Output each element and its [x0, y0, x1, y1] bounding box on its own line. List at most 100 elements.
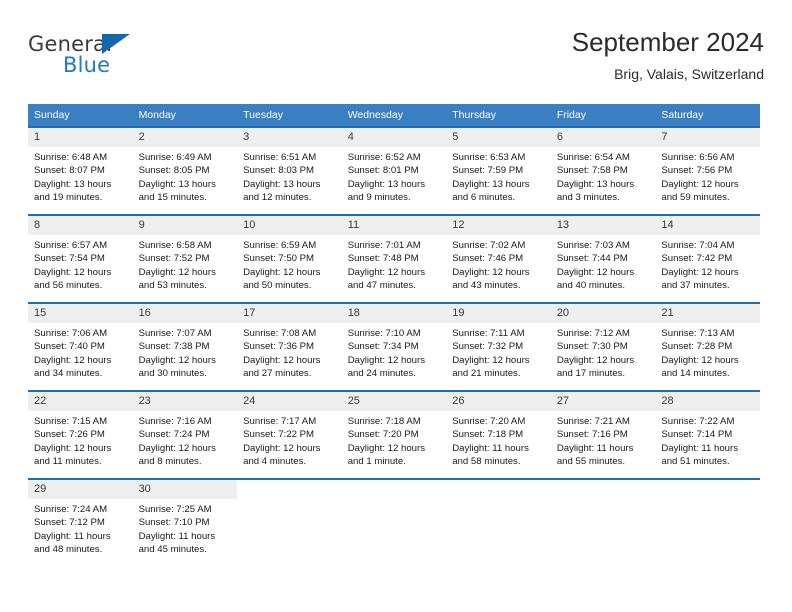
day-cell-inner: 30 Sunrise: 7:25 AM Sunset: 7:10 PM Dayligh…	[132, 480, 238, 566]
calendar-table: Sunday Monday Tuesday Wednesday Thursday…	[28, 104, 760, 566]
sunrise-text: Sunrise: 6:48 AM	[34, 152, 108, 163]
day-cell-inner: 20 Sunrise: 7:12 AM Sunset: 7:30 PM Dayligh…	[550, 304, 656, 390]
day-number: 25	[341, 392, 447, 411]
sunset-text: Sunset: 7:24 PM	[138, 429, 210, 441]
calendar-page: General Blue September 2024 Brig, Valais…	[0, 0, 792, 612]
day-number: 18	[341, 304, 447, 323]
daylight-text-line1: Daylight: 13 hours	[452, 178, 530, 190]
calendar-day-cell[interactable]: 30 Sunrise: 7:25 AM Sunset: 7:10 PM Dayligh…	[132, 478, 238, 566]
calendar-week-row: 15 Sunrise: 7:06 AM Sunset: 7:40 PM Dayligh…	[28, 302, 760, 391]
sunset-text: Sunset: 7:42 PM	[661, 253, 733, 265]
calendar-day-cell[interactable]: 11 Sunrise: 7:01 AM Sunset: 7:48 PM Dayligh…	[341, 214, 447, 303]
sunrise-text: Sunrise: 7:24 AM	[34, 504, 108, 515]
calendar-day-cell[interactable]: 23 Sunrise: 7:16 AM Sunset: 7:24 PM Dayligh…	[132, 390, 238, 479]
daylight-text-line1: Daylight: 12 hours	[138, 442, 216, 454]
calendar-day-cell[interactable]: 4 Sunrise: 6:52 AM Sunset: 8:01 PM Daylight…	[341, 126, 447, 215]
calendar-day-cell[interactable]: 27 Sunrise: 7:21 AM Sunset: 7:16 PM Dayligh…	[550, 390, 656, 479]
daylight-text-line1: Daylight: 12 hours	[34, 354, 112, 366]
calendar-day-cell[interactable]: 16 Sunrise: 7:07 AM Sunset: 7:38 PM Dayligh…	[132, 302, 238, 391]
calendar-day-cell[interactable]: 2 Sunrise: 6:49 AM Sunset: 8:05 PM Daylight…	[132, 126, 238, 215]
day-cell-inner	[237, 480, 342, 566]
day-details	[237, 499, 342, 503]
calendar-day-cell[interactable]: 19 Sunrise: 7:11 AM Sunset: 7:32 PM Dayligh…	[446, 302, 551, 391]
calendar-day-cell[interactable]: 9 Sunrise: 6:58 AM Sunset: 7:52 PM Daylight…	[132, 214, 238, 303]
daylight-text-line1: Daylight: 13 hours	[34, 178, 112, 190]
day-number	[341, 480, 447, 499]
day-number: 27	[550, 392, 656, 411]
calendar-day-cell[interactable]: 21 Sunrise: 7:13 AM Sunset: 7:28 PM Dayligh…	[655, 302, 760, 391]
sunrise-text: Sunrise: 7:02 AM	[452, 240, 526, 251]
day-cell-inner: 23 Sunrise: 7:16 AM Sunset: 7:24 PM Dayligh…	[132, 392, 238, 478]
calendar-day-cell[interactable]: 14 Sunrise: 7:04 AM Sunset: 7:42 PM Dayligh…	[655, 214, 760, 303]
day-cell-inner: 6 Sunrise: 6:54 AM Sunset: 7:58 PM Daylight…	[550, 128, 656, 214]
day-cell-inner: 10 Sunrise: 6:59 AM Sunset: 7:50 PM Dayligh…	[237, 216, 342, 302]
calendar-day-cell[interactable]: 1 Sunrise: 6:48 AM Sunset: 8:07 PM Daylight…	[28, 126, 133, 215]
calendar-day-cell[interactable]: 5 Sunrise: 6:53 AM Sunset: 7:59 PM Daylight…	[446, 126, 551, 215]
daylight-text-line2: and 59 minutes.	[661, 192, 730, 204]
daylight-text-line2: and 34 minutes.	[34, 368, 103, 380]
sunset-text: Sunset: 7:18 PM	[452, 429, 524, 441]
day-cell-inner: 5 Sunrise: 6:53 AM Sunset: 7:59 PM Daylight…	[446, 128, 551, 214]
calendar-day-cell[interactable]: 8 Sunrise: 6:57 AM Sunset: 7:54 PM Daylight…	[28, 214, 133, 303]
calendar-day-cell[interactable]: 28 Sunrise: 7:22 AM Sunset: 7:14 PM Dayligh…	[655, 390, 760, 479]
daylight-text-line1: Daylight: 12 hours	[243, 266, 321, 278]
calendar-day-cell[interactable]: 18 Sunrise: 7:10 AM Sunset: 7:34 PM Dayligh…	[341, 302, 447, 391]
calendar-day-cell[interactable]: 3 Sunrise: 6:51 AM Sunset: 8:03 PM Daylight…	[237, 126, 342, 215]
sunset-text: Sunset: 8:01 PM	[347, 165, 419, 177]
daylight-text-line1: Daylight: 12 hours	[34, 266, 112, 278]
sunset-text: Sunset: 7:20 PM	[347, 429, 419, 441]
sunrise-text: Sunrise: 7:20 AM	[452, 416, 526, 427]
calendar-day-cell[interactable]: 29 Sunrise: 7:24 AM Sunset: 7:12 PM Dayligh…	[28, 478, 133, 566]
calendar-day-cell[interactable]: 10 Sunrise: 6:59 AM Sunset: 7:50 PM Dayligh…	[237, 214, 342, 303]
daylight-text-line1: Daylight: 13 hours	[138, 178, 216, 190]
sunrise-text: Sunrise: 6:53 AM	[452, 152, 526, 163]
sunrise-text: Sunrise: 6:57 AM	[34, 240, 108, 251]
day-details: Sunrise: 7:18 AM Sunset: 7:20 PM Daylight:…	[342, 411, 447, 469]
daylight-text-line1: Daylight: 12 hours	[661, 354, 739, 366]
daylight-text-line1: Daylight: 12 hours	[347, 442, 426, 454]
calendar-day-cell[interactable]: 12 Sunrise: 7:02 AM Sunset: 7:46 PM Dayligh…	[446, 214, 551, 303]
day-details: Sunrise: 7:08 AM Sunset: 7:36 PM Daylight:…	[237, 323, 342, 381]
sunset-text: Sunset: 7:16 PM	[556, 429, 628, 441]
sunrise-text: Sunrise: 7:25 AM	[138, 504, 212, 515]
calendar-day-cell[interactable]: 17 Sunrise: 7:08 AM Sunset: 7:36 PM Dayligh…	[237, 302, 342, 391]
daylight-text-line1: Daylight: 12 hours	[243, 354, 321, 366]
daylight-text-line2: and 19 minutes.	[34, 192, 103, 204]
day-number: 14	[655, 216, 760, 235]
day-number: 17	[237, 304, 342, 323]
daylight-text-line1: Daylight: 11 hours	[661, 442, 738, 454]
day-cell-inner: 24 Sunrise: 7:17 AM Sunset: 7:22 PM Dayligh…	[237, 392, 342, 478]
sunset-text: Sunset: 7:44 PM	[556, 253, 628, 265]
day-cell-inner	[341, 480, 447, 566]
sunset-text: Sunset: 7:48 PM	[347, 253, 419, 265]
day-number: 11	[341, 216, 447, 235]
day-number: 19	[446, 304, 551, 323]
calendar-day-cell[interactable]: 7 Sunrise: 6:56 AM Sunset: 7:56 PM Daylight…	[655, 126, 760, 215]
brand-logo[interactable]: General Blue	[28, 32, 198, 86]
daylight-text-line1: Daylight: 12 hours	[556, 266, 635, 278]
calendar-day-cell[interactable]: 13 Sunrise: 7:03 AM Sunset: 7:44 PM Dayligh…	[550, 214, 656, 303]
sunrise-text: Sunrise: 7:11 AM	[452, 328, 525, 339]
calendar-day-cell[interactable]: 20 Sunrise: 7:12 AM Sunset: 7:30 PM Dayligh…	[550, 302, 656, 391]
day-details: Sunrise: 7:12 AM Sunset: 7:30 PM Daylight:…	[551, 323, 656, 381]
sunrise-text: Sunrise: 7:12 AM	[556, 328, 630, 339]
calendar-day-cell[interactable]: 24 Sunrise: 7:17 AM Sunset: 7:22 PM Dayligh…	[237, 390, 342, 479]
weekday-header-wednesday: Wednesday	[341, 104, 447, 127]
calendar-day-cell[interactable]: 25 Sunrise: 7:18 AM Sunset: 7:20 PM Dayligh…	[341, 390, 447, 479]
daylight-text-line2: and 27 minutes.	[243, 368, 312, 380]
daylight-text-line1: Daylight: 12 hours	[138, 354, 216, 366]
calendar-day-cell[interactable]: 6 Sunrise: 6:54 AM Sunset: 7:58 PM Daylight…	[550, 126, 656, 215]
daylight-text-line2: and 4 minutes.	[243, 456, 307, 468]
day-cell-inner: 2 Sunrise: 6:49 AM Sunset: 8:05 PM Daylight…	[132, 128, 238, 214]
sunset-text: Sunset: 7:26 PM	[34, 429, 105, 441]
calendar-day-cell[interactable]: 22 Sunrise: 7:15 AM Sunset: 7:26 PM Dayligh…	[28, 390, 133, 479]
calendar-cell-empty	[655, 478, 760, 566]
daylight-text-line2: and 50 minutes.	[243, 280, 312, 292]
sunset-text: Sunset: 8:03 PM	[243, 165, 315, 177]
day-number: 26	[446, 392, 551, 411]
calendar-day-cell[interactable]: 26 Sunrise: 7:20 AM Sunset: 7:18 PM Dayligh…	[446, 390, 551, 479]
calendar-day-cell[interactable]: 15 Sunrise: 7:06 AM Sunset: 7:40 PM Dayligh…	[28, 302, 133, 391]
weekday-header-saturday: Saturday	[655, 104, 760, 127]
daylight-text-line2: and 17 minutes.	[556, 368, 626, 380]
sunset-text: Sunset: 7:58 PM	[556, 165, 628, 177]
